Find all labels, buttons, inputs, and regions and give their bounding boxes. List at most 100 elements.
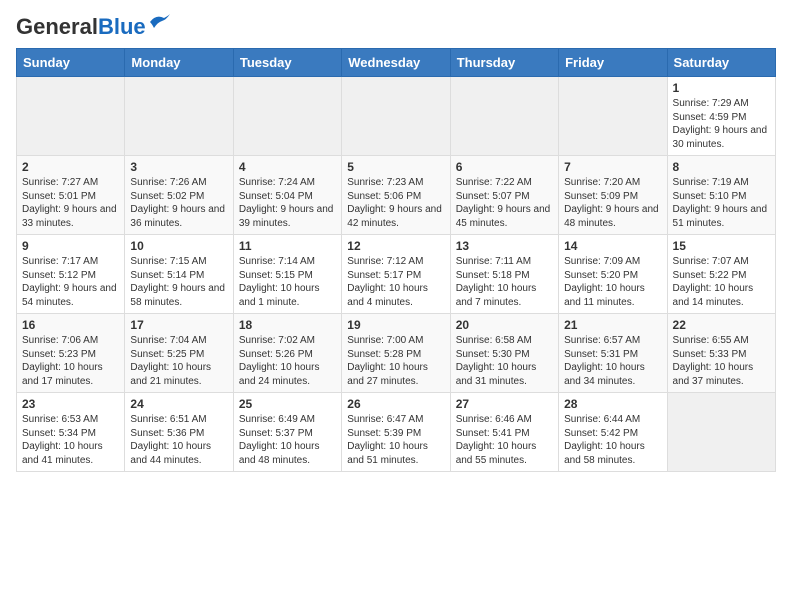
day-number: 7 <box>564 160 661 174</box>
day-info: Sunrise: 6:53 AM Sunset: 5:34 PM Dayligh… <box>22 413 119 467</box>
weekday-friday: Friday <box>559 49 667 77</box>
day-number: 10 <box>130 239 227 253</box>
weekday-saturday: Saturday <box>667 49 775 77</box>
day-info: Sunrise: 6:58 AM Sunset: 5:30 PM Dayligh… <box>456 334 553 388</box>
day-number: 22 <box>673 318 770 332</box>
calendar-week-4: 16Sunrise: 7:06 AM Sunset: 5:23 PM Dayli… <box>17 314 776 393</box>
calendar-cell: 17 Sunrise: 7:04 AM Sunset: 5:25 PM Dayli… <box>125 314 233 393</box>
day-info: Sunrise: 7:20 AM Sunset: 5:09 PM Dayligh… <box>564 176 661 230</box>
day-number: 21 <box>564 318 661 332</box>
calendar-cell <box>342 77 450 156</box>
weekday-tuesday: Tuesday <box>233 49 341 77</box>
calendar-cell <box>559 77 667 156</box>
calendar-table: SundayMondayTuesdayWednesdayThursdayFrid… <box>16 48 776 472</box>
weekday-sunday: Sunday <box>17 49 125 77</box>
calendar-week-1: 1 Sunrise: 7:29 AM Sunset: 4:59 PM Daylig… <box>17 77 776 156</box>
day-info: Sunrise: 7:22 AM Sunset: 5:07 PM Dayligh… <box>456 176 553 230</box>
day-info: Sunrise: 6:51 AM Sunset: 5:36 PM Dayligh… <box>130 413 227 467</box>
day-number: 16 <box>22 318 119 332</box>
calendar-cell: 1 Sunrise: 7:29 AM Sunset: 4:59 PM Daylig… <box>667 77 775 156</box>
calendar-cell: 10 Sunrise: 7:15 AM Sunset: 5:14 PM Dayli… <box>125 235 233 314</box>
day-info: Sunrise: 6:55 AM Sunset: 5:33 PM Dayligh… <box>673 334 770 388</box>
day-info: Sunrise: 7:12 AM Sunset: 5:17 PM Dayligh… <box>347 255 444 309</box>
day-info: Sunrise: 7:00 AM Sunset: 5:28 PM Dayligh… <box>347 334 444 388</box>
day-info: Sunrise: 7:14 AM Sunset: 5:15 PM Dayligh… <box>239 255 336 309</box>
day-number: 3 <box>130 160 227 174</box>
calendar-cell: 20 Sunrise: 6:58 AM Sunset: 5:30 PM Dayli… <box>450 314 558 393</box>
day-info: Sunrise: 7:27 AM Sunset: 5:01 PM Dayligh… <box>22 176 119 230</box>
day-info: Sunrise: 7:02 AM Sunset: 5:26 PM Dayligh… <box>239 334 336 388</box>
calendar-cell: 25Sunrise: 6:49 AM Sunset: 5:37 PM Dayli… <box>233 393 341 472</box>
day-info: Sunrise: 7:07 AM Sunset: 5:22 PM Dayligh… <box>673 255 770 309</box>
calendar-cell: 6 Sunrise: 7:22 AM Sunset: 5:07 PM Daylig… <box>450 156 558 235</box>
calendar-week-2: 2 Sunrise: 7:27 AM Sunset: 5:01 PM Daylig… <box>17 156 776 235</box>
day-number: 6 <box>456 160 553 174</box>
calendar-cell: 22 Sunrise: 6:55 AM Sunset: 5:33 PM Dayli… <box>667 314 775 393</box>
calendar-cell <box>233 77 341 156</box>
day-info: Sunrise: 6:46 AM Sunset: 5:41 PM Dayligh… <box>456 413 553 467</box>
day-number: 17 <box>130 318 227 332</box>
day-number: 20 <box>456 318 553 332</box>
calendar-cell: 8Sunrise: 7:19 AM Sunset: 5:10 PM Daylig… <box>667 156 775 235</box>
day-number: 28 <box>564 397 661 411</box>
day-info: Sunrise: 7:15 AM Sunset: 5:14 PM Dayligh… <box>130 255 227 309</box>
calendar-cell: 2 Sunrise: 7:27 AM Sunset: 5:01 PM Daylig… <box>17 156 125 235</box>
day-info: Sunrise: 7:29 AM Sunset: 4:59 PM Dayligh… <box>673 97 770 151</box>
day-info: Sunrise: 7:04 AM Sunset: 5:25 PM Dayligh… <box>130 334 227 388</box>
day-number: 15 <box>673 239 770 253</box>
day-number: 4 <box>239 160 336 174</box>
day-number: 11 <box>239 239 336 253</box>
day-info: Sunrise: 7:11 AM Sunset: 5:18 PM Dayligh… <box>456 255 553 309</box>
calendar-cell: 24 Sunrise: 6:51 AM Sunset: 5:36 PM Dayli… <box>125 393 233 472</box>
calendar-cell: 19 Sunrise: 7:00 AM Sunset: 5:28 PM Dayli… <box>342 314 450 393</box>
calendar-cell: 11 Sunrise: 7:14 AM Sunset: 5:15 PM Dayli… <box>233 235 341 314</box>
calendar-cell <box>450 77 558 156</box>
weekday-wednesday: Wednesday <box>342 49 450 77</box>
calendar-cell: 27Sunrise: 6:46 AM Sunset: 5:41 PM Dayli… <box>450 393 558 472</box>
calendar-cell: 3Sunrise: 7:26 AM Sunset: 5:02 PM Daylig… <box>125 156 233 235</box>
weekday-header-row: SundayMondayTuesdayWednesdayThursdayFrid… <box>17 49 776 77</box>
day-number: 23 <box>22 397 119 411</box>
calendar-cell: 9 Sunrise: 7:17 AM Sunset: 5:12 PM Daylig… <box>17 235 125 314</box>
weekday-monday: Monday <box>125 49 233 77</box>
page-header: GeneralBlue <box>16 16 776 38</box>
logo-general: General <box>16 14 98 39</box>
calendar-cell: 21 Sunrise: 6:57 AM Sunset: 5:31 PM Dayli… <box>559 314 667 393</box>
day-info: Sunrise: 7:24 AM Sunset: 5:04 PM Dayligh… <box>239 176 336 230</box>
calendar-cell: 7 Sunrise: 7:20 AM Sunset: 5:09 PM Daylig… <box>559 156 667 235</box>
day-number: 5 <box>347 160 444 174</box>
day-number: 14 <box>564 239 661 253</box>
calendar-cell: 5 Sunrise: 7:23 AM Sunset: 5:06 PM Daylig… <box>342 156 450 235</box>
day-info: Sunrise: 7:23 AM Sunset: 5:06 PM Dayligh… <box>347 176 444 230</box>
day-number: 2 <box>22 160 119 174</box>
day-number: 19 <box>347 318 444 332</box>
logo-blue: Blue <box>98 14 146 39</box>
day-number: 18 <box>239 318 336 332</box>
day-number: 1 <box>673 81 770 95</box>
logo-bird-icon <box>148 14 170 32</box>
calendar-cell <box>667 393 775 472</box>
day-number: 26 <box>347 397 444 411</box>
day-info: Sunrise: 6:49 AM Sunset: 5:37 PM Dayligh… <box>239 413 336 467</box>
logo-text: GeneralBlue <box>16 16 146 38</box>
day-number: 13 <box>456 239 553 253</box>
calendar-cell: 18 Sunrise: 7:02 AM Sunset: 5:26 PM Dayli… <box>233 314 341 393</box>
calendar-cell: 4 Sunrise: 7:24 AM Sunset: 5:04 PM Daylig… <box>233 156 341 235</box>
calendar-cell: 13 Sunrise: 7:11 AM Sunset: 5:18 PM Dayli… <box>450 235 558 314</box>
calendar-cell: 28 Sunrise: 6:44 AM Sunset: 5:42 PM Dayli… <box>559 393 667 472</box>
day-number: 12 <box>347 239 444 253</box>
calendar-cell <box>17 77 125 156</box>
weekday-thursday: Thursday <box>450 49 558 77</box>
day-info: Sunrise: 6:47 AM Sunset: 5:39 PM Dayligh… <box>347 413 444 467</box>
calendar-cell: 12 Sunrise: 7:12 AM Sunset: 5:17 PM Dayli… <box>342 235 450 314</box>
day-info: Sunrise: 7:19 AM Sunset: 5:10 PM Dayligh… <box>673 176 770 230</box>
day-number: 24 <box>130 397 227 411</box>
day-info: Sunrise: 7:09 AM Sunset: 5:20 PM Dayligh… <box>564 255 661 309</box>
calendar-cell: 26 Sunrise: 6:47 AM Sunset: 5:39 PM Dayli… <box>342 393 450 472</box>
day-info: Sunrise: 6:44 AM Sunset: 5:42 PM Dayligh… <box>564 413 661 467</box>
calendar-cell: 15 Sunrise: 7:07 AM Sunset: 5:22 PM Dayli… <box>667 235 775 314</box>
day-number: 9 <box>22 239 119 253</box>
day-info: Sunrise: 7:17 AM Sunset: 5:12 PM Dayligh… <box>22 255 119 309</box>
day-info: Sunrise: 6:57 AM Sunset: 5:31 PM Dayligh… <box>564 334 661 388</box>
logo: GeneralBlue <box>16 16 170 38</box>
